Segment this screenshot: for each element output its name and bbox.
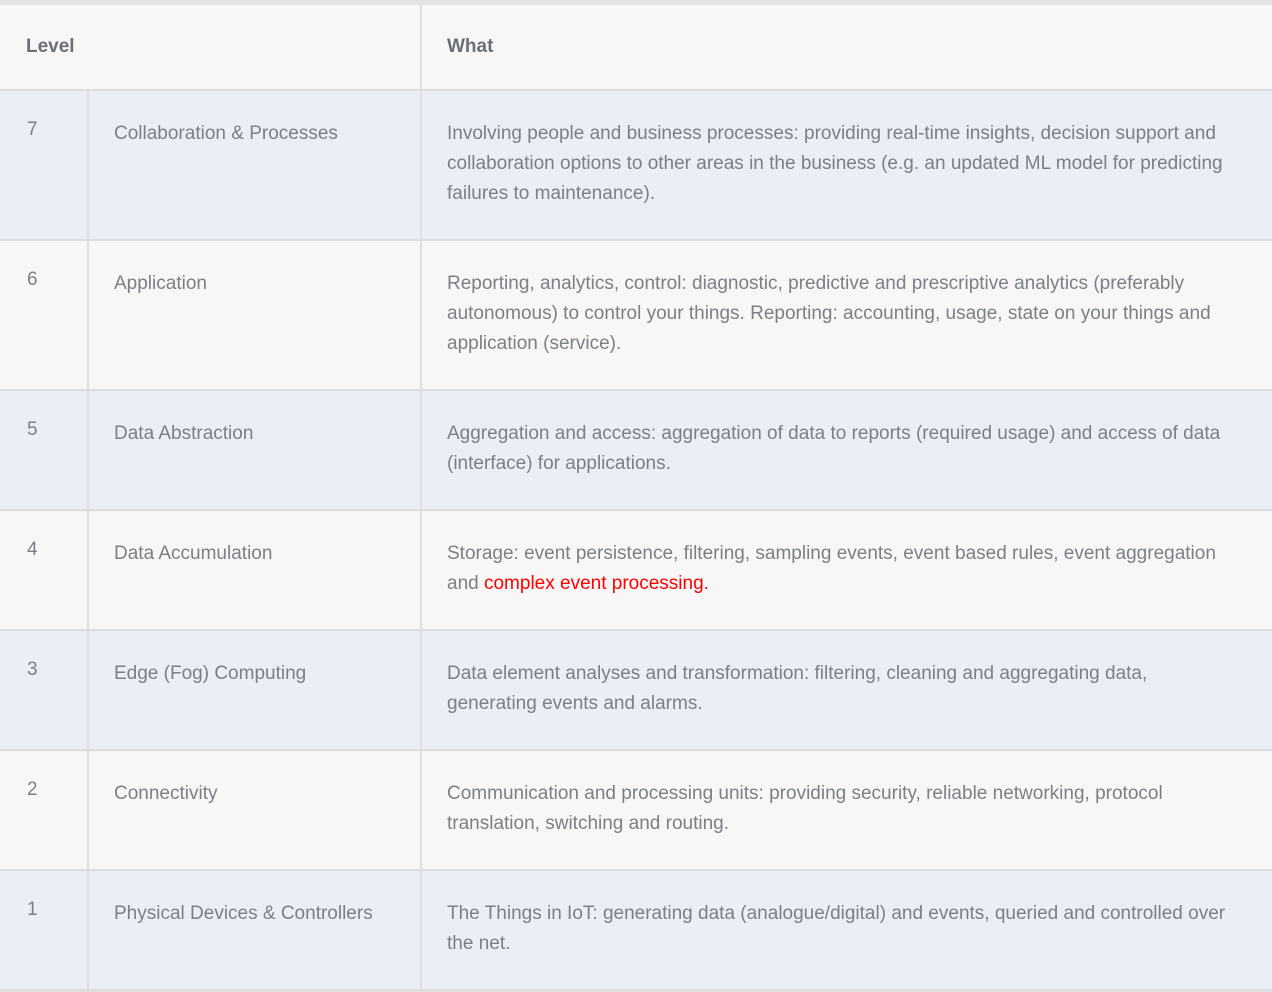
cell-level-name: Physical Devices & Controllers	[88, 870, 422, 992]
table-header-row: Level What	[0, 5, 1272, 91]
cell-level-name: Data Abstraction	[88, 390, 422, 512]
cell-level-name: Collaboration & Processes	[88, 90, 422, 242]
table-row: 6 Application Reporting, analytics, contro…	[0, 240, 1272, 392]
table-row: 3 Edge (Fog) Computing Data element analys…	[0, 630, 1272, 752]
table-body: 7 Collaboration & Processes Involving peop…	[0, 90, 1272, 992]
page-background: Level What 7 Collaboration & Processes Inv…	[0, 0, 1272, 992]
table-row: 5 Data Abstraction Aggregation and access:…	[0, 390, 1272, 512]
cell-level-number: 2	[0, 750, 89, 872]
cell-level-name: Edge (Fog) Computing	[88, 630, 422, 752]
cell-level-number: 4	[0, 510, 89, 632]
cell-description: Reporting, analytics, control: diagnosti…	[421, 240, 1272, 392]
description-highlight: complex event processing.	[483, 573, 709, 595]
cell-description: Communication and processing units: prov…	[421, 750, 1272, 872]
table-header: Level What	[0, 5, 1272, 91]
cell-level-number: 5	[0, 390, 89, 512]
cell-description: Data element analyses and transformation…	[421, 630, 1272, 752]
iot-levels-table: Level What 7 Collaboration & Processes Inv…	[0, 5, 1272, 992]
cell-level-number: 7	[0, 90, 89, 242]
table-row: 1 Physical Devices & Controllers The Thing…	[0, 870, 1272, 992]
table-row: 2 Connectivity Communication and processin…	[0, 750, 1272, 872]
cell-level-name: Application	[88, 240, 422, 392]
table-row: 4 Data Accumulation Storage: event persist…	[0, 510, 1272, 632]
cell-level-number: 6	[0, 240, 89, 392]
table-row: 7 Collaboration & Processes Involving peop…	[0, 90, 1272, 242]
column-header-level: Level	[0, 5, 422, 91]
cell-level-name: Data Accumulation	[88, 510, 422, 632]
cell-description: Aggregation and access: aggregation of d…	[421, 390, 1272, 512]
cell-level-number: 1	[0, 870, 89, 992]
cell-level-name: Connectivity	[88, 750, 422, 872]
cell-level-number: 3	[0, 630, 89, 752]
cell-description: Involving people and business processes:…	[421, 90, 1272, 242]
cell-description: The Things in IoT: generating data (anal…	[421, 870, 1272, 992]
cell-description: Storage: event persistence, filtering, s…	[421, 510, 1272, 632]
column-header-what: What	[421, 5, 1272, 91]
